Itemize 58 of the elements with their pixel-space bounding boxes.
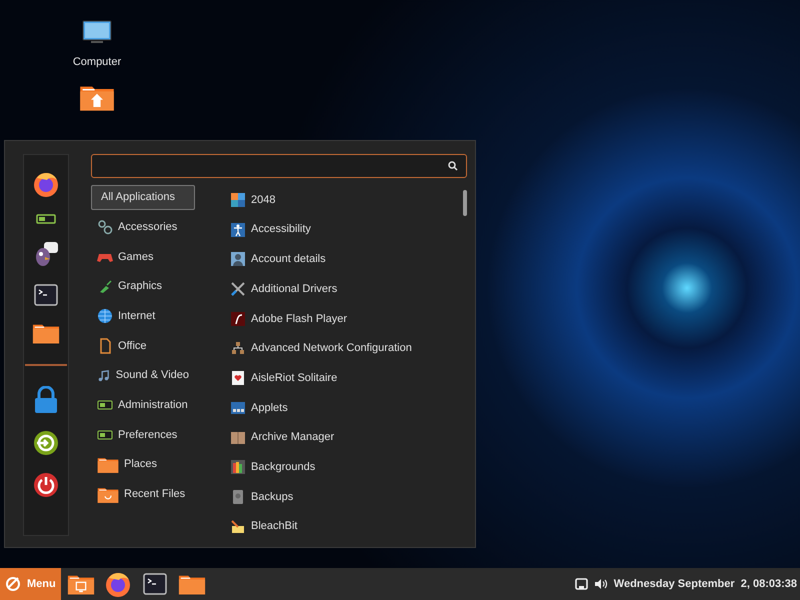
folder-icon: [97, 456, 119, 474]
browser-icon[interactable]: [32, 170, 60, 198]
logout-icon[interactable]: [33, 430, 59, 456]
flash-icon: [230, 310, 246, 327]
browser-icon[interactable]: [104, 570, 132, 598]
separator-line: [25, 364, 67, 366]
archive-box-icon: [230, 430, 246, 446]
battery-icon[interactable]: [36, 214, 56, 224]
music-note-icon: [97, 368, 111, 384]
application-item[interactable]: Additional Drivers: [230, 278, 450, 300]
application-item[interactable]: Applets: [230, 396, 450, 419]
search-icon: [448, 161, 458, 171]
network-boxes-icon: [230, 340, 246, 356]
terminal-icon[interactable]: [143, 573, 167, 595]
playing-card-icon: [230, 370, 246, 386]
application-item[interactable]: Accessibility: [230, 218, 450, 241]
drive-icon: [230, 488, 246, 505]
network-tray-icon[interactable]: [574, 578, 588, 590]
category-item[interactable]: Games: [91, 244, 195, 270]
application-item[interactable]: 2048: [230, 189, 450, 211]
search-field[interactable]: [91, 154, 467, 178]
category-item[interactable]: Internet: [91, 304, 195, 329]
application-item[interactable]: Account details: [230, 248, 450, 270]
scrollbar-thumb[interactable]: [463, 190, 467, 216]
category-item[interactable]: Graphics: [91, 274, 195, 300]
tiles-icon: [230, 192, 246, 208]
application-item[interactable]: Advanced Network Configuration: [230, 337, 450, 360]
power-icon[interactable]: [33, 472, 59, 498]
folder-icon: [32, 322, 60, 344]
application-item[interactable]: Backgrounds: [230, 456, 450, 478]
category-item[interactable]: Sound & Video: [91, 363, 195, 388]
application-item[interactable]: AisleRiot Solitaire: [230, 367, 450, 390]
terminal-icon[interactable]: [34, 284, 58, 306]
applets-icon: [230, 400, 246, 416]
category-item[interactable]: Administration: [91, 392, 195, 418]
application-item[interactable]: Adobe Flash Player: [230, 308, 450, 330]
category-item[interactable]: Accessories: [91, 214, 195, 240]
volume-icon[interactable]: [594, 578, 608, 590]
category-item[interactable]: Office: [91, 333, 195, 358]
globe-icon: [97, 308, 113, 324]
color-books-icon: [230, 459, 246, 476]
tools-icon: [230, 281, 246, 298]
category-item[interactable]: Recent Files: [91, 482, 195, 507]
application-item[interactable]: Archive Manager: [230, 426, 450, 448]
clock[interactable]: Wednesday September 2, 08:03:38: [614, 576, 797, 592]
lock-icon[interactable]: [33, 386, 59, 414]
broom-icon: [230, 518, 246, 535]
application-item[interactable]: BleachBit: [230, 516, 450, 538]
desktop-icon-label: Computer: [72, 55, 122, 70]
category-item[interactable]: All Applications: [91, 185, 195, 210]
monitor-icon[interactable]: [82, 20, 112, 46]
gears-icon: [97, 219, 113, 236]
recent-folder-icon: [97, 486, 119, 504]
category-item[interactable]: Places: [91, 452, 195, 478]
application-item[interactable]: Backups: [230, 486, 450, 508]
accessibility-icon: [230, 222, 246, 238]
user-icon: [230, 251, 246, 268]
category-item[interactable]: Preferences: [91, 422, 195, 448]
